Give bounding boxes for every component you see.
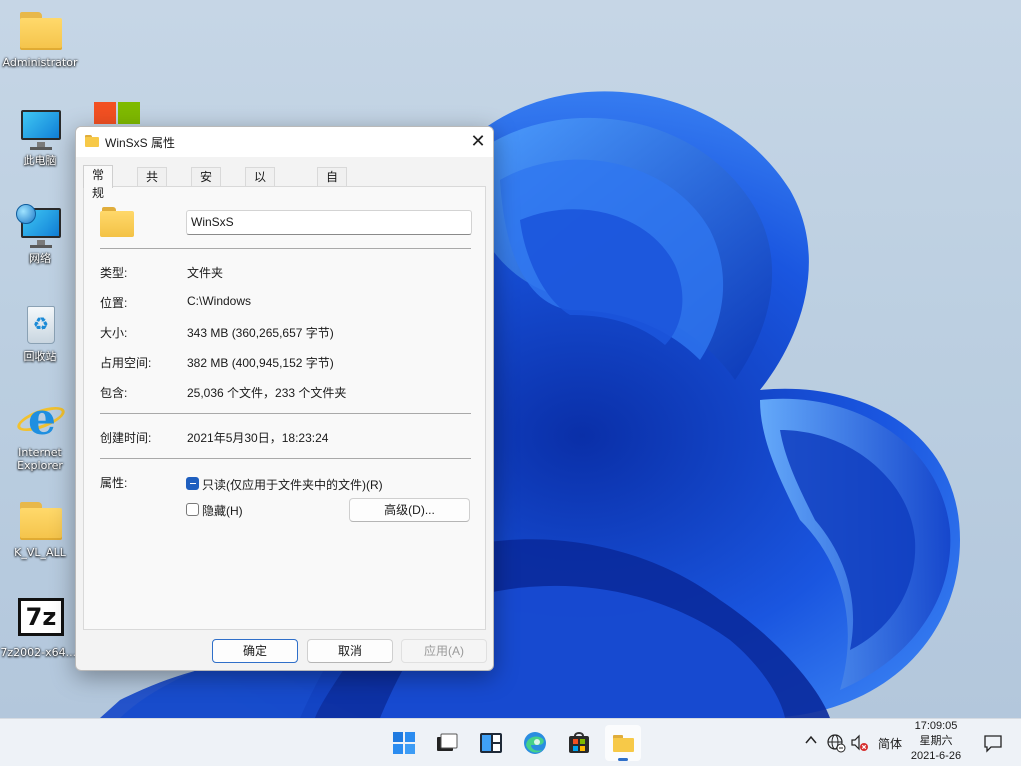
- desktop-icon-administrator[interactable]: Administrator: [0, 8, 80, 69]
- file-explorer-icon: [613, 735, 634, 752]
- attributes-label: 属性:: [100, 476, 128, 490]
- hidden-checkbox[interactable]: [186, 503, 199, 516]
- general-tab-panel: WinSxS 类型: 文件夹 位置: C:\Windows 大小: 343 MB…: [83, 186, 486, 630]
- readonly-checkbox[interactable]: [186, 477, 199, 490]
- clock[interactable]: 17:09:05 星期六 2021-6-26: [906, 719, 966, 764]
- store-icon: [569, 732, 589, 753]
- window-title: WinSxS 属性: [105, 136, 176, 150]
- title-bar[interactable]: WinSxS 属性 ✕: [76, 127, 493, 157]
- desktop-icon-label: K_VL_ALL: [14, 546, 66, 559]
- created-label: 创建时间:: [100, 431, 152, 445]
- volume-muted-icon: [851, 734, 868, 751]
- desktop-icon-k-vl-all[interactable]: K_VL_ALL: [0, 498, 80, 559]
- desktop-icon-network[interactable]: 网络: [0, 204, 80, 265]
- globe-icon: [827, 734, 846, 753]
- desktop-icon-label: 回收站: [23, 350, 57, 363]
- notifications-button[interactable]: [982, 732, 1004, 754]
- network-tray-button[interactable]: [826, 733, 846, 753]
- internet-explorer-icon: e: [14, 398, 68, 442]
- store-button[interactable]: [561, 725, 597, 761]
- size-on-disk-value: 382 MB (400,945,152 字节): [187, 356, 334, 370]
- readonly-checkbox-label[interactable]: 只读(仅应用于文件夹中的文件)(R): [202, 476, 383, 493]
- apply-button[interactable]: 应用(A): [401, 639, 487, 663]
- desktop-icon-recycle-bin[interactable]: ♻ 回收站: [0, 302, 80, 363]
- desktop-icon-label: 7z2002-x64....: [0, 646, 80, 659]
- type-label: 类型:: [100, 266, 128, 280]
- desktop-icon-label: Administrator: [2, 56, 78, 69]
- widgets-button[interactable]: [473, 725, 509, 761]
- start-icon: [393, 732, 415, 754]
- desktop-icon-internet-explorer[interactable]: e Internet Explorer: [0, 398, 80, 472]
- chevron-up-icon: [805, 735, 817, 744]
- folder-icon: [100, 207, 136, 237]
- ok-button[interactable]: 确定: [212, 639, 298, 663]
- file-explorer-button[interactable]: [605, 725, 641, 761]
- clock-weekday: 星期六: [919, 735, 953, 747]
- properties-dialog: WinSxS 属性 ✕ 常规 共享 安全 以前的版本 自定义 WinSxS 类型…: [75, 126, 494, 671]
- 7zip-installer-icon: 7z: [16, 598, 64, 642]
- size-label: 大小:: [100, 326, 128, 340]
- folder-icon: [16, 498, 64, 542]
- widgets-icon: [480, 733, 502, 753]
- this-pc-icon: [16, 106, 64, 150]
- contains-label: 包含:: [100, 386, 128, 400]
- location-label: 位置:: [100, 296, 128, 310]
- start-button[interactable]: [386, 725, 422, 761]
- hidden-checkbox-label[interactable]: 隐藏(H): [202, 502, 243, 519]
- show-hidden-icons-button[interactable]: [803, 733, 819, 753]
- cancel-button[interactable]: 取消: [307, 639, 393, 663]
- notification-icon: [984, 735, 1002, 753]
- clock-time: 17:09:05: [914, 720, 958, 732]
- volume-tray-button[interactable]: [850, 733, 870, 753]
- tab-general[interactable]: 常规: [83, 165, 114, 200]
- folder-name-input[interactable]: WinSxS: [186, 210, 472, 235]
- created-value: 2021年5月30日，18:23:24: [187, 431, 329, 445]
- location-value: C:\Windows: [187, 294, 252, 308]
- edge-icon: [524, 732, 546, 754]
- recycle-bin-icon: ♻: [16, 302, 64, 346]
- divider: [100, 248, 471, 249]
- taskbar: 简体 17:09:05 星期六 2021-6-26: [0, 718, 1021, 766]
- tab-security[interactable]: 安全: [191, 167, 222, 202]
- task-view-button[interactable]: [429, 725, 465, 761]
- desktop-icon-label: 网络: [29, 252, 51, 265]
- divider: [100, 413, 471, 414]
- network-icon: [16, 204, 64, 248]
- size-on-disk-label: 占用空间:: [100, 356, 152, 370]
- desktop-icon-this-pc[interactable]: 此电脑: [0, 106, 80, 167]
- contains-value: 25,036 个文件，233 个文件夹: [187, 386, 347, 400]
- active-indicator: [618, 758, 628, 761]
- divider: [100, 458, 471, 459]
- tab-sharing[interactable]: 共享: [137, 167, 168, 202]
- advanced-button[interactable]: 高级(D)...: [349, 498, 470, 522]
- close-button[interactable]: ✕: [463, 127, 493, 157]
- tab-customize[interactable]: 自定义: [317, 167, 348, 220]
- tab-previous-versions[interactable]: 以前的版本: [245, 167, 276, 256]
- desktop-icon-7zip[interactable]: 7z 7z2002-x64....: [0, 598, 80, 659]
- edge-button[interactable]: [517, 725, 553, 761]
- task-view-icon: [437, 733, 458, 751]
- desktop-icon-label: Internet Explorer: [17, 446, 63, 472]
- size-value: 343 MB (360,265,657 字节): [187, 326, 334, 340]
- folder-icon: [16, 8, 64, 52]
- clock-date: 2021-6-26: [910, 750, 962, 762]
- folder-icon: [85, 135, 99, 147]
- desktop-icon-label: 此电脑: [23, 154, 57, 167]
- close-icon: ✕: [470, 131, 486, 151]
- ime-indicator[interactable]: 简体: [878, 735, 902, 752]
- type-value: 文件夹: [187, 266, 224, 280]
